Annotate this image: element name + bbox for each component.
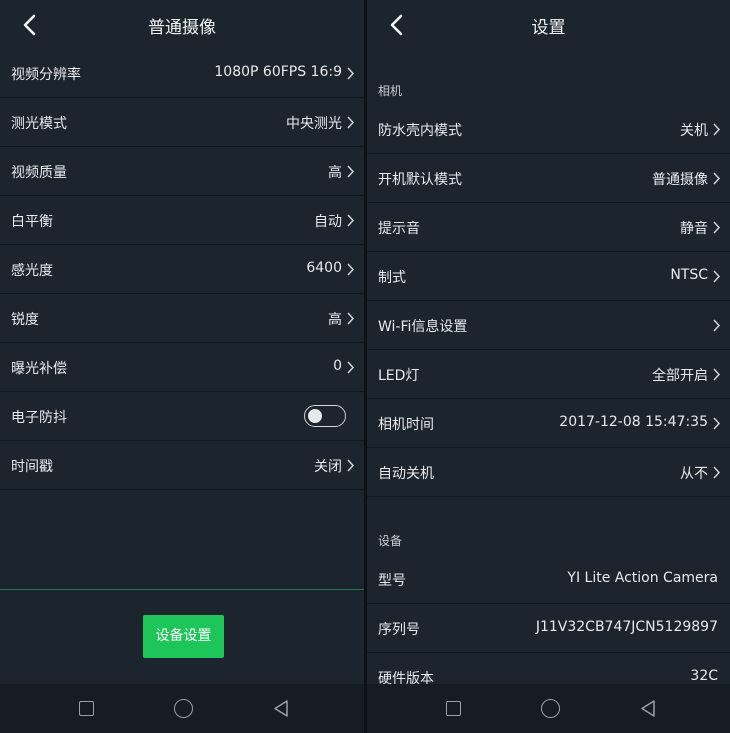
- circle-icon[interactable]: [541, 699, 560, 718]
- row-label: 视频质量: [11, 165, 67, 181]
- row-video-resolution[interactable]: 视频分辨率 1080P 60FPS 16:9: [0, 49, 364, 98]
- chevron-right-icon: [347, 214, 355, 227]
- row-label: 自动关机: [378, 466, 434, 482]
- row-value: 从不: [680, 466, 708, 482]
- chevron-right-icon: [347, 116, 355, 129]
- chevron-right-icon: [713, 466, 721, 479]
- row-label: 开机默认模式: [378, 172, 462, 188]
- row-label: 曝光补偿: [11, 361, 67, 377]
- row-value: 普通摄像: [652, 172, 708, 188]
- row-value: 32C: [690, 668, 718, 684]
- triangle-back-icon[interactable]: [639, 699, 657, 718]
- row-value: 全部开启: [652, 368, 708, 384]
- chevron-right-icon: [713, 172, 721, 185]
- row-value: 2017-12-08 15:47:35: [559, 414, 708, 430]
- row-value: 关机: [680, 123, 708, 139]
- row-value: 自动: [314, 214, 342, 230]
- stabilization-toggle[interactable]: [304, 405, 346, 427]
- row-waterproof-mode[interactable]: 防水壳内模式 关机: [367, 105, 730, 154]
- chevron-right-icon: [713, 270, 721, 283]
- toggle-knob: [308, 408, 322, 423]
- row-wifi-settings[interactable]: Wi-Fi信息设置: [367, 301, 730, 350]
- row-value: NTSC: [670, 267, 708, 283]
- row-label: LED灯: [378, 368, 420, 384]
- green-divider: [0, 589, 364, 590]
- circle-icon[interactable]: [174, 699, 193, 718]
- top-bar: 设置: [367, 0, 730, 49]
- chevron-right-icon: [713, 417, 721, 430]
- row-label: 时间戳: [11, 459, 53, 475]
- chevron-right-icon: [347, 67, 355, 80]
- row-value: 1080P 60FPS 16:9: [214, 64, 342, 80]
- row-model: 型号 YI Lite Action Camera: [367, 555, 730, 604]
- row-label: 电子防抖: [11, 410, 67, 426]
- android-nav-bar: [0, 684, 364, 733]
- row-label: 制式: [378, 270, 406, 286]
- row-value: 0: [333, 358, 342, 374]
- row-value: 中央测光: [286, 116, 342, 132]
- row-value: 高: [328, 165, 342, 181]
- row-auto-shutdown[interactable]: 自动关机 从不: [367, 448, 730, 497]
- row-label: 提示音: [378, 221, 420, 237]
- device-settings-button[interactable]: 设备设置: [143, 615, 224, 658]
- row-video-quality[interactable]: 视频质量 高: [0, 147, 364, 196]
- row-value: 关闭: [314, 459, 342, 475]
- row-label: Wi-Fi信息设置: [378, 319, 468, 335]
- chevron-right-icon: [347, 459, 355, 472]
- row-led[interactable]: LED灯 全部开启: [367, 350, 730, 399]
- chevron-right-icon: [347, 263, 355, 276]
- row-sharpness[interactable]: 锐度 高: [0, 294, 364, 343]
- row-label: 视频分辨率: [11, 67, 81, 83]
- row-camera-time[interactable]: 相机时间 2017-12-08 15:47:35: [367, 399, 730, 448]
- top-bar: 普通摄像: [0, 0, 364, 49]
- row-serial-number: 序列号 J11V32CB747JCN5129897: [367, 604, 730, 653]
- row-label: 测光模式: [11, 116, 67, 132]
- row-value: 6400: [306, 260, 342, 276]
- row-sound[interactable]: 提示音 静音: [367, 203, 730, 252]
- row-exposure-compensation[interactable]: 曝光补偿 0: [0, 343, 364, 392]
- page-title: 普通摄像: [148, 18, 216, 38]
- chevron-right-icon: [347, 361, 355, 374]
- row-label: 序列号: [378, 622, 420, 638]
- row-value: J11V32CB747JCN5129897: [535, 619, 718, 635]
- row-label: 锐度: [11, 312, 39, 328]
- page-title: 设置: [531, 18, 566, 38]
- square-icon[interactable]: [79, 701, 94, 716]
- section-header-device: 设备: [378, 534, 403, 548]
- row-iso[interactable]: 感光度 6400: [0, 245, 364, 294]
- video-settings-screen: 普通摄像 视频分辨率 1080P 60FPS 16:9 测光模式 中央测光 视频…: [0, 0, 364, 733]
- row-white-balance[interactable]: 白平衡 自动: [0, 196, 364, 245]
- row-metering-mode[interactable]: 测光模式 中央测光: [0, 98, 364, 147]
- section-header-camera: 相机: [378, 84, 403, 98]
- row-default-mode[interactable]: 开机默认模式 普通摄像: [367, 154, 730, 203]
- row-label: 白平衡: [11, 214, 53, 230]
- square-icon[interactable]: [446, 701, 461, 716]
- row-electronic-stabilization: 电子防抖: [0, 392, 364, 441]
- chevron-right-icon: [347, 312, 355, 325]
- chevron-right-icon: [713, 368, 721, 381]
- chevron-right-icon: [347, 165, 355, 178]
- row-value: 静音: [680, 221, 708, 237]
- row-label: 感光度: [11, 263, 53, 279]
- row-label: 防水壳内模式: [378, 123, 462, 139]
- row-label: 相机时间: [378, 417, 434, 433]
- triangle-back-icon[interactable]: [272, 699, 290, 718]
- settings-screen: 设置 相机 防水壳内模式 关机 开机默认模式 普通摄像 提示音 静音 制式 NT…: [367, 0, 730, 733]
- row-label: 型号: [378, 573, 406, 589]
- chevron-right-icon: [713, 123, 721, 136]
- chevron-right-icon: [713, 221, 721, 234]
- row-timestamp[interactable]: 时间戳 关闭: [0, 441, 364, 490]
- row-value: YI Lite Action Camera: [567, 570, 718, 586]
- chevron-right-icon: [713, 319, 721, 332]
- android-nav-bar: [367, 684, 730, 733]
- row-video-standard[interactable]: 制式 NTSC: [367, 252, 730, 301]
- row-value: 高: [328, 312, 342, 328]
